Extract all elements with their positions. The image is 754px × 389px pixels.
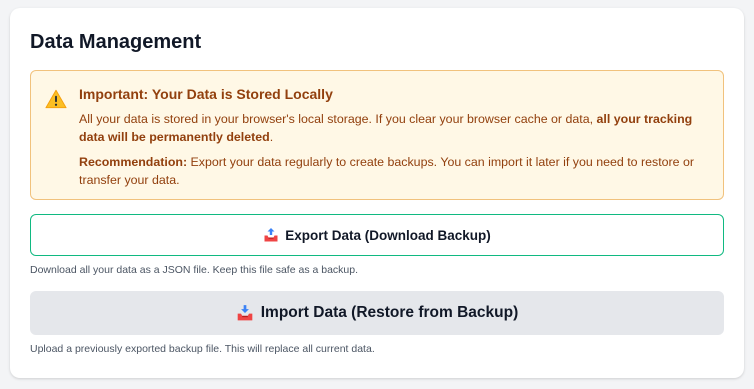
data-management-card: Data Management Important: Your Data is … <box>10 8 744 378</box>
recommendation-paragraph: Recommendation: Export your data regular… <box>79 154 707 189</box>
export-button-label: Export Data (Download Backup) <box>285 227 491 243</box>
warning-body: Important: Your Data is Stored Locally A… <box>79 85 707 199</box>
warning-text-end: . <box>269 129 274 144</box>
warning-icon <box>45 89 67 109</box>
warning-text: All your data is stored in your browser'… <box>79 112 597 126</box>
import-hint: Upload a previously exported backup file… <box>30 343 375 355</box>
recommendation-label: Recommendation: <box>79 155 188 169</box>
export-hint: Download all your data as a JSON file. K… <box>30 264 359 276</box>
warning-title: Important: Your Data is Stored Locally <box>79 86 333 102</box>
import-button-label: Import Data (Restore from Backup) <box>260 304 519 321</box>
import-data-button[interactable]: Import Data (Restore from Backup) <box>30 291 724 335</box>
local-storage-warning: Important: Your Data is Stored Locally A… <box>30 70 724 200</box>
warning-paragraph: All your data is stored in your browser'… <box>79 111 707 146</box>
section-title: Data Management <box>30 31 202 53</box>
inbox-tray-icon <box>237 305 253 321</box>
export-data-button[interactable]: Export Data (Download Backup) <box>30 214 724 256</box>
outbox-tray-icon <box>264 228 278 242</box>
